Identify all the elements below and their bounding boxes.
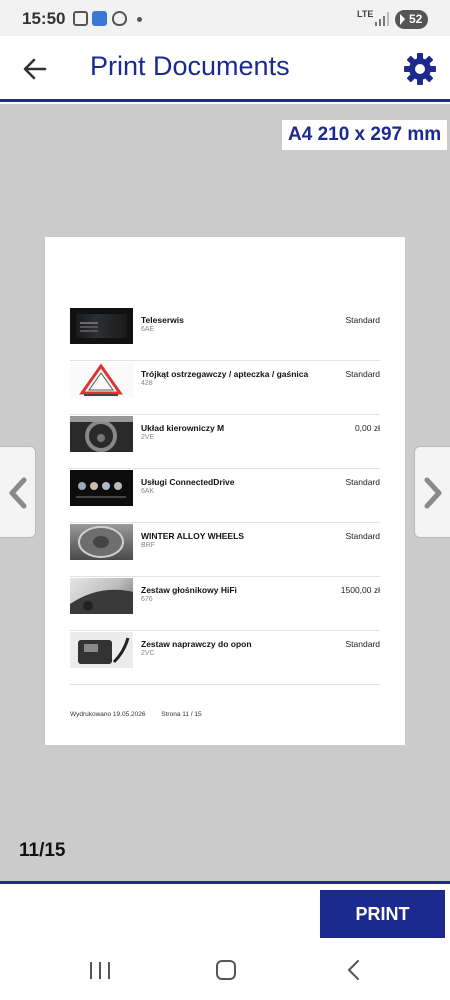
equipment-row: Usługi ConnectedDrive 6AK Standard <box>70 469 380 523</box>
signal-icon <box>375 12 389 26</box>
screenshot-icon <box>73 11 88 26</box>
document-page: Teleserwis 6AE Standard Trójkąt ostrzega… <box>45 237 405 745</box>
item-status: Standard <box>345 639 381 649</box>
hifi-speaker-thumbnail <box>70 578 133 614</box>
teleservice-thumbnail <box>70 308 133 344</box>
gallery-icon <box>92 11 107 26</box>
page-number: Strona 11 / 15 <box>161 711 202 718</box>
equipment-row: Zestaw naprawczy do opon 2VC Standard <box>70 631 380 685</box>
chevron-left-icon <box>9 477 27 509</box>
print-button[interactable]: PRINT <box>320 890 445 938</box>
home-icon[interactable] <box>216 960 236 980</box>
item-name: Zestaw głośnikowy HiFi <box>141 585 237 595</box>
item-name: Trójkąt ostrzegawczy / apteczka / gaśnic… <box>141 369 309 379</box>
network-type: LTE <box>357 9 374 19</box>
next-page-button[interactable] <box>414 446 450 538</box>
item-status: 0,00 zł <box>354 423 380 433</box>
paper-size-label[interactable]: A4 210 x 297 mm <box>282 120 448 150</box>
equipment-row: Zestaw głośnikowy HiFi 676 1500,00 zł <box>70 577 380 631</box>
item-code: 6AK <box>141 488 155 495</box>
item-status: Standard <box>345 315 381 325</box>
printed-date: Wydrukowano 19.05.2026 <box>70 711 146 718</box>
item-code: 2VE <box>141 434 155 441</box>
system-back-icon[interactable] <box>343 959 365 981</box>
item-status: Standard <box>345 531 381 541</box>
item-name: Usługi ConnectedDrive <box>141 477 235 487</box>
warning-triangle-thumbnail <box>70 362 133 398</box>
item-code: 6AE <box>141 326 155 333</box>
item-code: BRF <box>141 542 155 549</box>
back-arrow-icon[interactable] <box>18 52 52 86</box>
steering-wheel-thumbnail <box>70 416 133 452</box>
item-name: Teleserwis <box>141 315 184 325</box>
item-code: 2VC <box>141 650 155 657</box>
item-status: Standard <box>345 477 381 487</box>
item-name: WINTER ALLOY WHEELS <box>141 531 244 541</box>
equipment-row: WINTER ALLOY WHEELS BRF Standard <box>70 523 380 577</box>
page-counter: 11/15 <box>19 840 66 861</box>
item-code: 428 <box>141 380 153 387</box>
app-header: Print Documents <box>0 36 450 102</box>
previous-page-button[interactable] <box>0 446 36 538</box>
equipment-row: Trójkąt ostrzegawczy / apteczka / gaśnic… <box>70 361 380 415</box>
page-title: Print Documents <box>90 51 290 81</box>
system-navigation-bar <box>0 944 450 1000</box>
tire-repair-kit-thumbnail <box>70 632 133 668</box>
page-footer: Wydrukowano 19.05.2026 Strona 11 / 15 <box>70 711 216 718</box>
item-name: Zestaw naprawczy do opon <box>141 639 252 649</box>
chevron-right-icon <box>424 477 442 509</box>
gear-icon[interactable] <box>402 51 438 87</box>
status-time: 15:50 <box>22 9 66 28</box>
shield-icon <box>112 11 127 26</box>
item-status: Standard <box>345 369 381 379</box>
item-status: 1500,00 zł <box>340 585 380 595</box>
print-preview-area[interactable]: A4 210 x 297 mm Teleserwis 6AE Standard <box>0 104 450 881</box>
recent-apps-icon[interactable] <box>90 962 110 979</box>
notification-dot-icon <box>137 17 142 22</box>
equipment-row: Teleserwis 6AE Standard <box>70 307 380 361</box>
equipment-row: Układ kierowniczy M 2VE 0,00 zł <box>70 415 380 469</box>
bottom-action-bar: PRINT <box>0 881 450 944</box>
battery-indicator: 52 <box>395 10 428 29</box>
status-bar: 15:50 LTE 52 <box>0 0 450 36</box>
item-code: 676 <box>141 596 153 603</box>
item-name: Układ kierowniczy M <box>141 423 225 433</box>
alloy-wheel-thumbnail <box>70 524 133 560</box>
connected-drive-thumbnail <box>70 470 133 506</box>
